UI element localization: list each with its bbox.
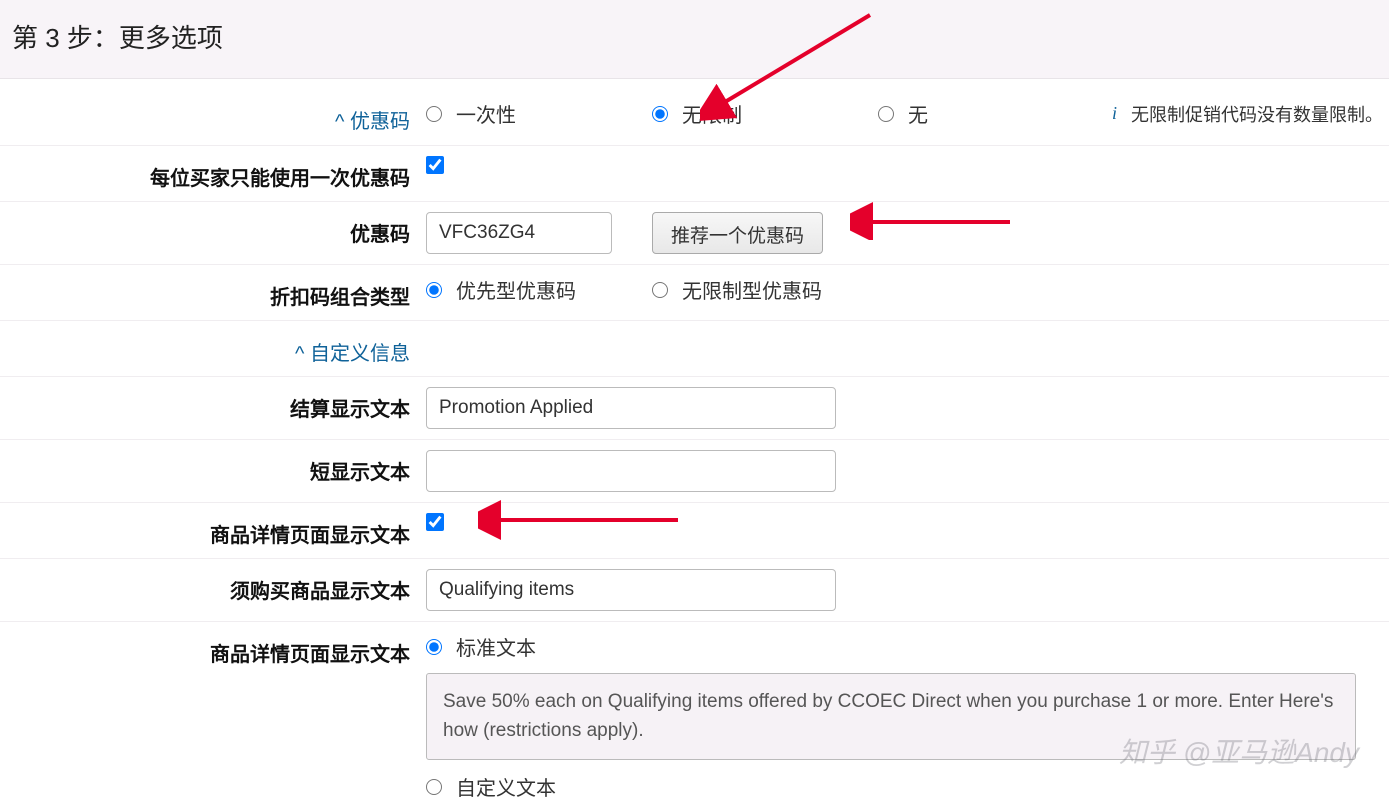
row-detail-page-show: 商品详情页面显示文本 (0, 502, 1389, 558)
label-promo-section: ^ 优惠码 (0, 99, 426, 134)
radio-item-once: 一次性 (426, 99, 646, 128)
section-link-promo-code[interactable]: 优惠码 (350, 111, 410, 133)
standard-text-box: Save 50% each on Qualifying items offere… (426, 673, 1356, 760)
row-checkout-text: 结算显示文本 (0, 376, 1389, 439)
row-short-text: 短显示文本 (0, 439, 1389, 502)
label-combo-type: 折扣码组合类型 (0, 275, 426, 310)
promo-code-input[interactable] (426, 212, 612, 254)
value-combo-type: 优先型优惠码 无限制型优惠码 (426, 275, 1389, 304)
info-text: 无限制促销代码没有数量限制。 (1131, 101, 1383, 127)
row-detail-text: 商品详情页面显示文本 标准文本 Save 50% each on Qualify… (0, 621, 1389, 811)
label-qualifying: 须购买商品显示文本 (0, 569, 426, 604)
value-promo-code: 推荐一个优惠码 (426, 212, 1389, 254)
value-detail-page-show (426, 513, 1389, 531)
value-usage: 一次性 无限制 无 i 无限制促销代码没有数量限制。 (426, 99, 1389, 128)
radio-standard-text[interactable] (426, 639, 442, 655)
short-text-input[interactable] (426, 450, 836, 492)
value-qualifying (426, 569, 1389, 611)
radio-unlimited-combo[interactable] (652, 282, 668, 298)
qualifying-input[interactable] (426, 569, 836, 611)
row-custom-section: ^ 自定义信息 (0, 320, 1389, 376)
step-header: 第 3 步：更多选项 (0, 0, 1389, 79)
radio-priority[interactable] (426, 282, 442, 298)
checkbox-one-per-buyer[interactable] (426, 156, 444, 174)
label-detail-text: 商品详情页面显示文本 (0, 632, 426, 667)
value-one-per-buyer (426, 156, 1389, 174)
value-detail-text: 标准文本 Save 50% each on Qualifying items o… (426, 632, 1389, 801)
radio-unlimited-combo-label: 无限制型优惠码 (682, 275, 822, 304)
radio-item-none: 无 (878, 99, 1038, 128)
form-area: ^ 优惠码 一次性 无限制 无 i 无限制促销代码没有数量限制。 每位买家只能使… (0, 79, 1389, 811)
label-promo-code: 优惠码 (0, 212, 426, 247)
checkout-text-input[interactable] (426, 387, 836, 429)
radio-none-label: 无 (908, 99, 928, 128)
info-note: i 无限制促销代码没有数量限制。 (1112, 101, 1389, 127)
radio-once[interactable] (426, 106, 442, 122)
checkbox-detail-page-show[interactable] (426, 513, 444, 531)
radio-unlimited-label: 无限制 (682, 99, 742, 128)
radio-priority-label: 优先型优惠码 (456, 275, 576, 304)
radio-standard-label: 标准文本 (456, 632, 536, 661)
info-icon: i (1112, 103, 1117, 124)
radio-none[interactable] (878, 106, 894, 122)
row-one-per-buyer: 每位买家只能使用一次优惠码 (0, 145, 1389, 201)
radio-item-priority: 优先型优惠码 (426, 275, 646, 304)
value-checkout-text (426, 387, 1389, 429)
chevron-up-icon-2[interactable]: ^ (295, 343, 304, 365)
radio-unlimited[interactable] (652, 106, 668, 122)
standard-text-body: Save 50% each on Qualifying items offere… (443, 691, 1333, 741)
radio-item-unlimited: 无限制 (652, 99, 872, 128)
row-promo-code: 优惠码 推荐一个优惠码 (0, 201, 1389, 264)
step-title: 第 3 步：更多选项 (12, 23, 223, 53)
label-one-per-buyer: 每位买家只能使用一次优惠码 (0, 156, 426, 191)
label-detail-page-show: 商品详情页面显示文本 (0, 513, 426, 548)
row-qualifying: 须购买商品显示文本 (0, 558, 1389, 621)
radio-once-label: 一次性 (456, 99, 516, 128)
label-short-text: 短显示文本 (0, 450, 426, 485)
radio-item-unlimited-combo: 无限制型优惠码 (652, 275, 872, 304)
label-custom-section: ^ 自定义信息 (0, 331, 426, 366)
suggest-code-button[interactable]: 推荐一个优惠码 (652, 212, 823, 254)
section-link-custom-info[interactable]: 自定义信息 (310, 343, 410, 365)
label-checkout-text: 结算显示文本 (0, 387, 426, 422)
radio-item-standard: 标准文本 (426, 632, 536, 661)
value-short-text (426, 450, 1389, 492)
row-promo-section-usage: ^ 优惠码 一次性 无限制 无 i 无限制促销代码没有数量限制。 (0, 89, 1389, 145)
row-combo-type: 折扣码组合类型 优先型优惠码 无限制型优惠码 (0, 264, 1389, 320)
chevron-up-icon[interactable]: ^ (335, 111, 344, 133)
